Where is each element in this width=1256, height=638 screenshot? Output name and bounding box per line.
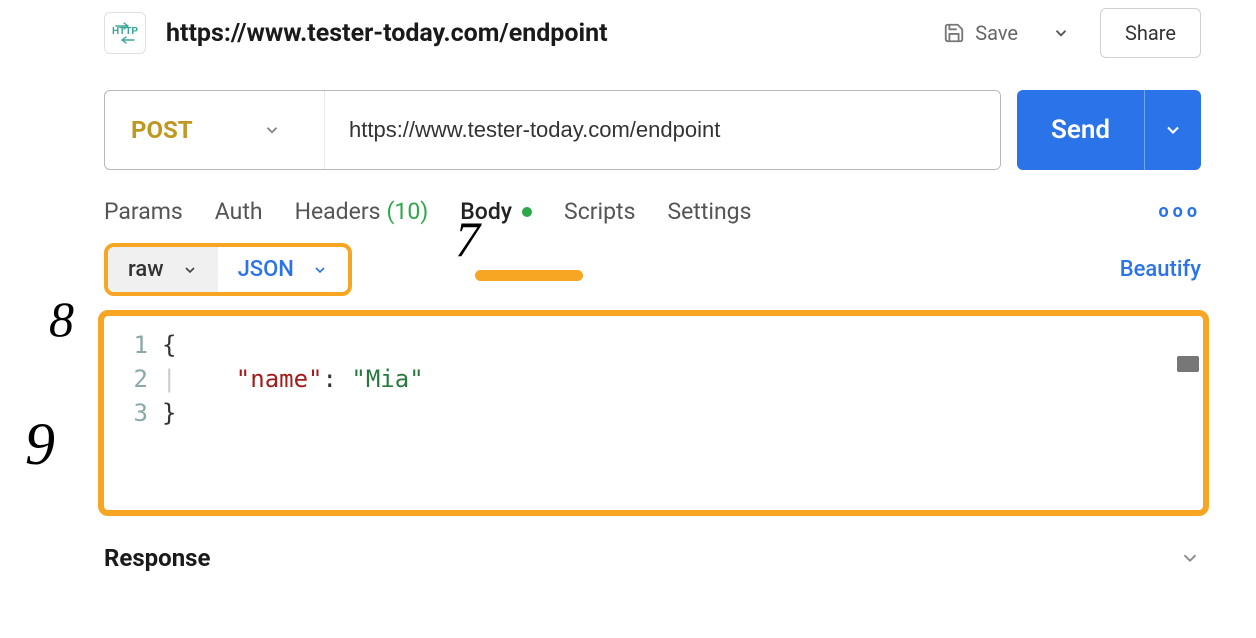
- save-label: Save: [975, 21, 1018, 45]
- header-row: HTTP https://www.tester-today.com/endpoi…: [104, 8, 1201, 58]
- line-number: 1: [106, 328, 148, 362]
- body-sub-row: raw JSON Beautify: [104, 243, 1201, 296]
- share-label: Share: [1125, 21, 1176, 45]
- code-brace-open: {: [162, 331, 176, 359]
- tab-scripts-label: Scripts: [564, 198, 635, 225]
- code-key: "name": [236, 365, 323, 393]
- method-value: POST: [131, 116, 193, 144]
- response-section-header[interactable]: Response: [104, 544, 1201, 572]
- json-label: JSON: [238, 257, 294, 282]
- body-mode-raw[interactable]: raw: [108, 247, 218, 292]
- scrollbar-thumb[interactable]: [1177, 356, 1199, 372]
- code-brace-close: }: [162, 399, 176, 427]
- tab-headers-count: (10): [387, 198, 429, 225]
- more-button[interactable]: ooo: [1159, 201, 1201, 222]
- tab-auth-label: Auth: [215, 198, 263, 225]
- method-url-group: POST: [104, 90, 1001, 170]
- tab-auth[interactable]: Auth: [215, 198, 263, 225]
- save-dropdown[interactable]: [1042, 16, 1080, 50]
- tab-settings-label: Settings: [667, 198, 751, 225]
- chevron-down-icon: [182, 262, 198, 278]
- method-select[interactable]: POST: [105, 91, 325, 169]
- raw-label: raw: [128, 257, 164, 282]
- body-mode-group: raw JSON: [104, 243, 352, 296]
- line-number: 2: [106, 362, 148, 396]
- send-button[interactable]: Send: [1017, 90, 1144, 170]
- editor-highlight: 1 2 3 { | "name": "Mia" }: [98, 310, 1209, 516]
- url-input[interactable]: [325, 91, 1000, 169]
- send-button-group: Send: [1017, 90, 1201, 170]
- request-tabs: Params Auth Headers (10) Body Scripts Se…: [104, 198, 1201, 225]
- chevron-down-icon: [1179, 547, 1201, 569]
- request-row: POST Send: [104, 90, 1201, 170]
- tab-scripts[interactable]: Scripts: [564, 198, 635, 225]
- line-numbers: 1 2 3: [106, 318, 162, 508]
- save-button[interactable]: Save: [939, 11, 1022, 55]
- tab-params[interactable]: Params: [104, 198, 183, 225]
- send-dropdown[interactable]: [1144, 90, 1201, 170]
- response-label: Response: [104, 544, 210, 572]
- chevron-down-icon: [312, 262, 328, 278]
- send-label: Send: [1051, 115, 1110, 145]
- endpoint-title[interactable]: https://www.tester-today.com/endpoint: [166, 19, 919, 48]
- body-format-json[interactable]: JSON: [218, 247, 348, 292]
- chevron-down-icon: [263, 121, 281, 139]
- code-colon: :: [323, 365, 352, 393]
- tab-params-label: Params: [104, 198, 183, 225]
- tab-headers[interactable]: Headers (10): [295, 198, 429, 225]
- beautify-button[interactable]: Beautify: [1120, 257, 1201, 282]
- code-value: "Mia": [351, 365, 423, 393]
- tab-settings[interactable]: Settings: [667, 198, 751, 225]
- line-number: 3: [106, 396, 148, 430]
- code-text: { | "name": "Mia" }: [162, 318, 424, 508]
- tab-headers-label: Headers: [295, 198, 381, 225]
- tab-body-label: Body: [460, 198, 512, 225]
- code-editor[interactable]: 1 2 3 { | "name": "Mia" }: [106, 318, 1201, 508]
- share-button[interactable]: Share: [1100, 8, 1201, 58]
- active-dot-icon: [522, 207, 532, 217]
- http-icon: HTTP: [104, 12, 146, 54]
- tab-body[interactable]: Body: [460, 198, 532, 225]
